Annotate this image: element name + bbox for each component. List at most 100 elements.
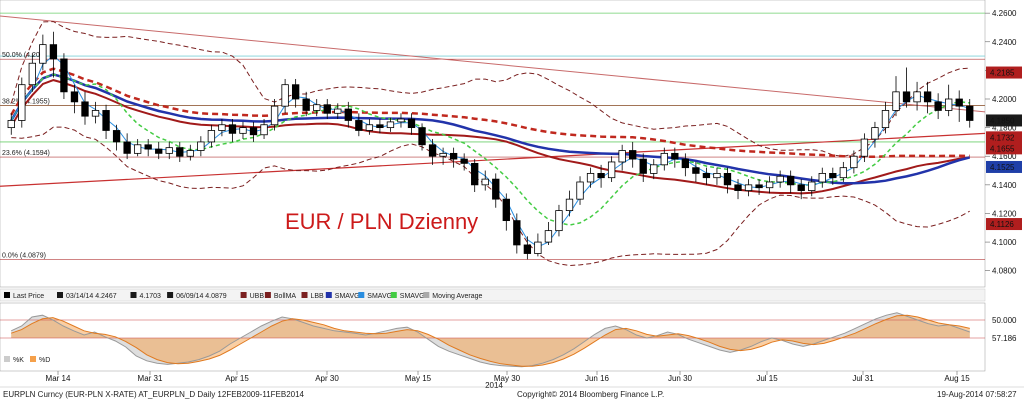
status-bar: EURPLN Curncy (EUR-PLN X-RATE) AT_EURPLN… <box>0 386 1024 399</box>
candle-body <box>618 150 626 163</box>
candle-body <box>39 44 47 64</box>
candle-body <box>955 98 963 107</box>
candle-body <box>829 172 837 179</box>
candle-body <box>207 130 216 143</box>
candle-body <box>966 105 974 121</box>
candle-body <box>365 124 374 131</box>
legend-swatch <box>57 292 63 298</box>
candle-body <box>481 178 489 186</box>
candle-body <box>555 210 563 232</box>
candle-body <box>839 167 848 179</box>
candle-body <box>60 58 68 93</box>
candle-body <box>523 244 532 254</box>
candle-body <box>797 184 805 191</box>
chart-canvas: 50.0% (4.2038.2% (4.1955)23.6% (4.1594)0… <box>0 0 1024 399</box>
candle-body <box>239 127 247 134</box>
candle-body <box>945 98 953 111</box>
candle-body <box>7 120 15 129</box>
candle-body <box>176 147 184 157</box>
legend-label: Moving Average <box>432 293 482 300</box>
candle-body <box>818 172 826 183</box>
candle-body <box>934 101 942 111</box>
legend-swatch <box>423 292 430 298</box>
candle-body <box>671 152 679 160</box>
candle <box>60 53 68 99</box>
legend-swatch <box>301 292 308 298</box>
x-tick-label: Jul 31 <box>852 374 874 383</box>
candle-body <box>492 178 500 200</box>
candle-body <box>565 198 574 211</box>
candle-body <box>334 108 342 114</box>
candle-body <box>376 124 384 129</box>
candle-body <box>660 152 668 166</box>
candle-body <box>186 150 194 157</box>
candle-body <box>460 158 468 164</box>
osc-legend-swatch <box>30 356 36 362</box>
candle-body <box>418 127 426 146</box>
candle-body <box>902 91 911 103</box>
candle-body <box>18 84 26 121</box>
candle-body <box>871 127 879 140</box>
candle-body <box>502 198 510 222</box>
candle-body <box>702 172 711 179</box>
candle-body <box>776 175 784 183</box>
fib-label: 23.6% (4.1594) <box>2 150 50 157</box>
candle-body <box>586 172 595 183</box>
status-left: EURPLN Curncy (EUR-PLN X-RATE) AT_EURPLN… <box>3 390 305 399</box>
candle-body <box>313 104 321 111</box>
candle-body <box>439 152 447 157</box>
x-tick-label: Apr 30 <box>315 374 339 383</box>
candle-body <box>744 184 753 191</box>
legend: Last Price 03/14/14 4.2467 4.1703 06/09/14 … <box>0 288 986 302</box>
status-right: 19-Aug-2014 07:58:27 <box>937 390 1017 399</box>
right-price-labels: 4.2185 4.1850 4.1732 4.1655 4.1525 4.1126 <box>986 66 1022 231</box>
candle-body <box>302 98 310 111</box>
y-tick-label: 4.1200 <box>992 209 1017 218</box>
candle-body <box>386 121 395 129</box>
candle-body <box>155 148 163 154</box>
y-tick-label: 4.2600 <box>992 9 1017 18</box>
candle-body <box>344 108 352 121</box>
candle-body <box>91 110 100 117</box>
candle-body <box>218 124 226 131</box>
candle-body <box>249 127 258 136</box>
candle-body <box>407 118 416 129</box>
legend-swatch <box>4 292 10 298</box>
candle-body <box>81 101 89 117</box>
price-tag-text: 4.1126 <box>990 220 1014 229</box>
candle-body <box>723 172 732 186</box>
candle-body <box>597 172 605 179</box>
price-tag-text: 4.1655 <box>990 144 1015 153</box>
y-tick-label: 4.1400 <box>992 181 1017 190</box>
candle-body <box>102 110 110 131</box>
candle-body <box>913 91 921 103</box>
candle-body <box>923 91 932 103</box>
chart-title: EUR / PLN Dzienny <box>285 209 478 234</box>
x-tick-label: May 15 <box>405 374 432 383</box>
candle-body <box>860 138 869 157</box>
candle-body <box>692 167 700 174</box>
candle-body <box>323 104 331 114</box>
candle-body <box>892 91 900 111</box>
legend-swatch <box>240 292 247 298</box>
y-tick-label: 4.0800 <box>992 267 1017 276</box>
osc-legend-swatch <box>4 356 10 362</box>
candle-body <box>281 84 289 107</box>
candle-body <box>70 91 79 103</box>
candle-body <box>734 184 742 191</box>
x-tick-label: Apr 15 <box>225 374 249 383</box>
fib-label: 0.0% (4.0879) <box>2 252 46 259</box>
price-panel-frame <box>0 0 986 288</box>
x-tick-label: Mar 31 <box>138 374 163 383</box>
y-tick-label: 4.2400 <box>992 38 1017 47</box>
y-tick-label: 4.1000 <box>992 238 1017 247</box>
legend-label: UBB <box>250 293 265 300</box>
candle-body <box>449 152 458 160</box>
legend-label: Last Price <box>13 293 44 300</box>
candle-body <box>534 241 542 254</box>
x-tick-label: Mar 14 <box>46 374 71 383</box>
candle-body <box>639 158 647 174</box>
candle-body <box>355 120 363 131</box>
candle-body <box>471 162 479 186</box>
price-tag-text: 4.1850 <box>990 116 1015 125</box>
